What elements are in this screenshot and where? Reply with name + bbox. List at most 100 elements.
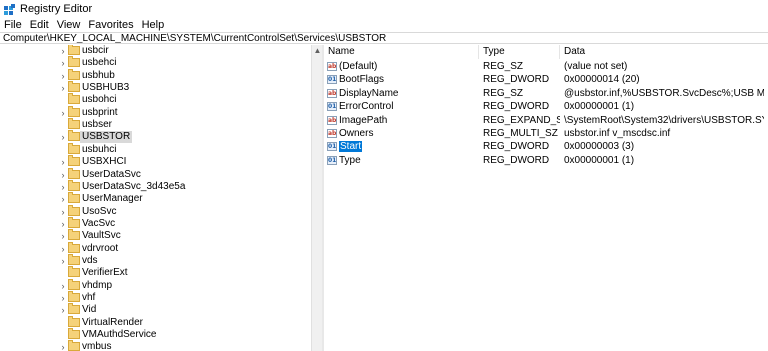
value-type: REG_MULTI_SZ	[483, 128, 558, 139]
folder-icon	[68, 266, 80, 278]
tree-item[interactable]: › VacSvc	[0, 216, 311, 230]
chevron-right-icon[interactable]: ›	[58, 170, 68, 180]
tree-item[interactable]: › usbehci	[0, 56, 311, 69]
value-row[interactable]: ab DisplayName REG_SZ @usbstor.inf,%USBSTOR…	[324, 88, 768, 100]
folder-icon	[68, 56, 80, 68]
tree-item-label: vdrvroot	[82, 242, 119, 254]
title-bar: Registry Editor	[0, 0, 768, 18]
tree-item[interactable]: › usbprint	[0, 105, 311, 119]
list-header: Name Type Data	[324, 45, 768, 59]
folder-icon	[68, 105, 80, 117]
folder-icon	[68, 192, 80, 204]
folder-icon	[68, 328, 80, 340]
value-row[interactable]: 01 ErrorControl REG_DWORD 0x00000001 (1)	[324, 101, 768, 113]
value-type: REG_DWORD	[483, 74, 550, 86]
menu-file[interactable]: File	[0, 19, 26, 31]
value-type: REG_SZ	[483, 87, 524, 99]
value-row[interactable]: 01 BootFlags REG_DWORD 0x00000014 (20)	[324, 74, 768, 86]
window-title: Registry Editor	[20, 3, 93, 15]
menu-view[interactable]: View	[53, 19, 85, 31]
folder-icon	[68, 291, 80, 302]
tree-item[interactable]: VerifierExt	[0, 266, 311, 279]
chevron-right-icon[interactable]: ›	[58, 281, 68, 291]
tree-item[interactable]: › vdrvroot	[0, 241, 311, 255]
chevron-right-icon[interactable]: ›	[58, 231, 68, 241]
tree-item[interactable]: › USBXHCI	[0, 155, 311, 168]
tree-item-label: usbser	[82, 119, 113, 131]
tree-item-label: USBHUB3	[82, 82, 130, 94]
tree-item[interactable]: › USBHUB3	[0, 81, 311, 94]
value-row[interactable]: 01 Type REG_DWORD 0x00000001 (1)	[324, 155, 768, 167]
tree-item[interactable]: › vds	[0, 253, 311, 267]
tree-item[interactable]: › vhf	[0, 291, 311, 304]
chevron-right-icon[interactable]: ›	[58, 58, 68, 68]
chevron-right-icon[interactable]: ›	[58, 342, 68, 351]
tree-item[interactable]: usbohci	[0, 93, 311, 106]
tree-item-label: VirtualRender	[82, 316, 143, 328]
chevron-right-icon[interactable]: ›	[58, 305, 68, 315]
value-row[interactable]: ab (Default) REG_SZ (value not set)	[324, 61, 768, 73]
value-row[interactable]: ab Owners REG_MULTI_SZ usbstor.inf v_mscdsc…	[324, 128, 768, 140]
menu-edit[interactable]: Edit	[26, 19, 53, 31]
tree-item[interactable]: › Vid	[0, 303, 311, 316]
column-header-type[interactable]: Type	[479, 45, 560, 59]
tree-item[interactable]: › UserDataSvc	[0, 167, 311, 181]
tree-item[interactable]: › usbhub	[0, 68, 311, 82]
value-type: REG_SZ	[483, 61, 524, 72]
chevron-right-icon[interactable]: ›	[58, 182, 68, 192]
column-header-name[interactable]: Name	[324, 45, 479, 59]
tree-item[interactable]: › vhdmp	[0, 278, 311, 292]
tree-item[interactable]: › VaultSvc	[0, 229, 311, 242]
chevron-right-icon[interactable]: ›	[58, 157, 68, 167]
tree-item[interactable]: usbuhci	[0, 142, 311, 156]
chevron-right-icon[interactable]: ›	[58, 244, 68, 254]
chevron-right-icon[interactable]: ›	[58, 207, 68, 217]
tree-item-label: Vid	[82, 304, 97, 316]
tree-item[interactable]: usbser	[0, 118, 311, 131]
string-value-icon: ab	[327, 62, 337, 71]
chevron-right-icon[interactable]: ›	[58, 108, 68, 118]
chevron-right-icon[interactable]: ›	[58, 46, 68, 56]
binary-value-icon: 01	[327, 142, 337, 152]
value-name-text: Type	[339, 154, 361, 166]
tree-item-label: usbehci	[82, 57, 117, 69]
value-name: BootFlags	[339, 74, 479, 86]
key-tree: › usbcir › usbehci › usbhub › USBHUB3 usbohci › us…	[0, 45, 311, 351]
value-row[interactable]: abImagePath REG_EXPAND_SZ \SystemRoot\Syst…	[324, 115, 768, 127]
chevron-right-icon[interactable]: ›	[58, 194, 68, 204]
tree-item[interactable]: › UserManager	[0, 192, 311, 205]
address-bar[interactable]: Computer\HKEY_LOCAL_MACHINE\SYSTEM\Curre…	[0, 32, 768, 44]
string-value-icon: ab	[327, 129, 337, 138]
tree-item-label: vhf	[82, 292, 96, 303]
tree-item[interactable]: VirtualRender	[0, 315, 311, 329]
chevron-right-icon[interactable]: ›	[58, 71, 68, 81]
tree-item[interactable]: VMAuthdService	[0, 328, 311, 341]
tree-item[interactable]: › UserDataSvc_3d43e5a	[0, 179, 311, 193]
tree-item-label: USBSTOR	[80, 131, 133, 144]
value-data: 0x00000001 (1)	[564, 154, 635, 166]
chevron-right-icon[interactable]: ›	[58, 83, 68, 93]
folder-icon	[68, 142, 80, 154]
menu-help[interactable]: Help	[138, 19, 169, 31]
tree-item[interactable]: › UsoSvc	[0, 204, 311, 218]
tree-item-label: usbuhci	[82, 143, 117, 155]
value-row[interactable]: 01 Start REG_DWORD 0x00000003 (3)	[324, 141, 768, 153]
tree-item[interactable]: › USBSTOR	[0, 130, 311, 144]
tree-item[interactable]: › vmbus	[0, 340, 311, 351]
menu-favorites[interactable]: Favorites	[84, 19, 137, 31]
folder-icon	[68, 229, 80, 241]
string-value-icon: ab	[327, 115, 337, 125]
value-type: REG_EXPAND_SZ	[483, 114, 560, 126]
tree-item[interactable]: › usbcir	[0, 45, 311, 57]
chevron-right-icon[interactable]: ›	[58, 293, 68, 303]
chevron-right-icon[interactable]: ›	[58, 219, 68, 229]
folder-icon	[68, 179, 80, 191]
column-header-data[interactable]: Data	[560, 45, 768, 59]
folder-icon	[68, 204, 80, 216]
chevron-right-icon[interactable]: ›	[58, 132, 68, 142]
folder-icon	[68, 68, 80, 80]
value-data: @usbstor.inf,%USBSTOR.SvcDesc%;USB Mass …	[564, 87, 764, 99]
value-name-text: (Default)	[339, 61, 378, 72]
folder-icon	[68, 216, 80, 228]
chevron-right-icon[interactable]: ›	[58, 256, 68, 266]
